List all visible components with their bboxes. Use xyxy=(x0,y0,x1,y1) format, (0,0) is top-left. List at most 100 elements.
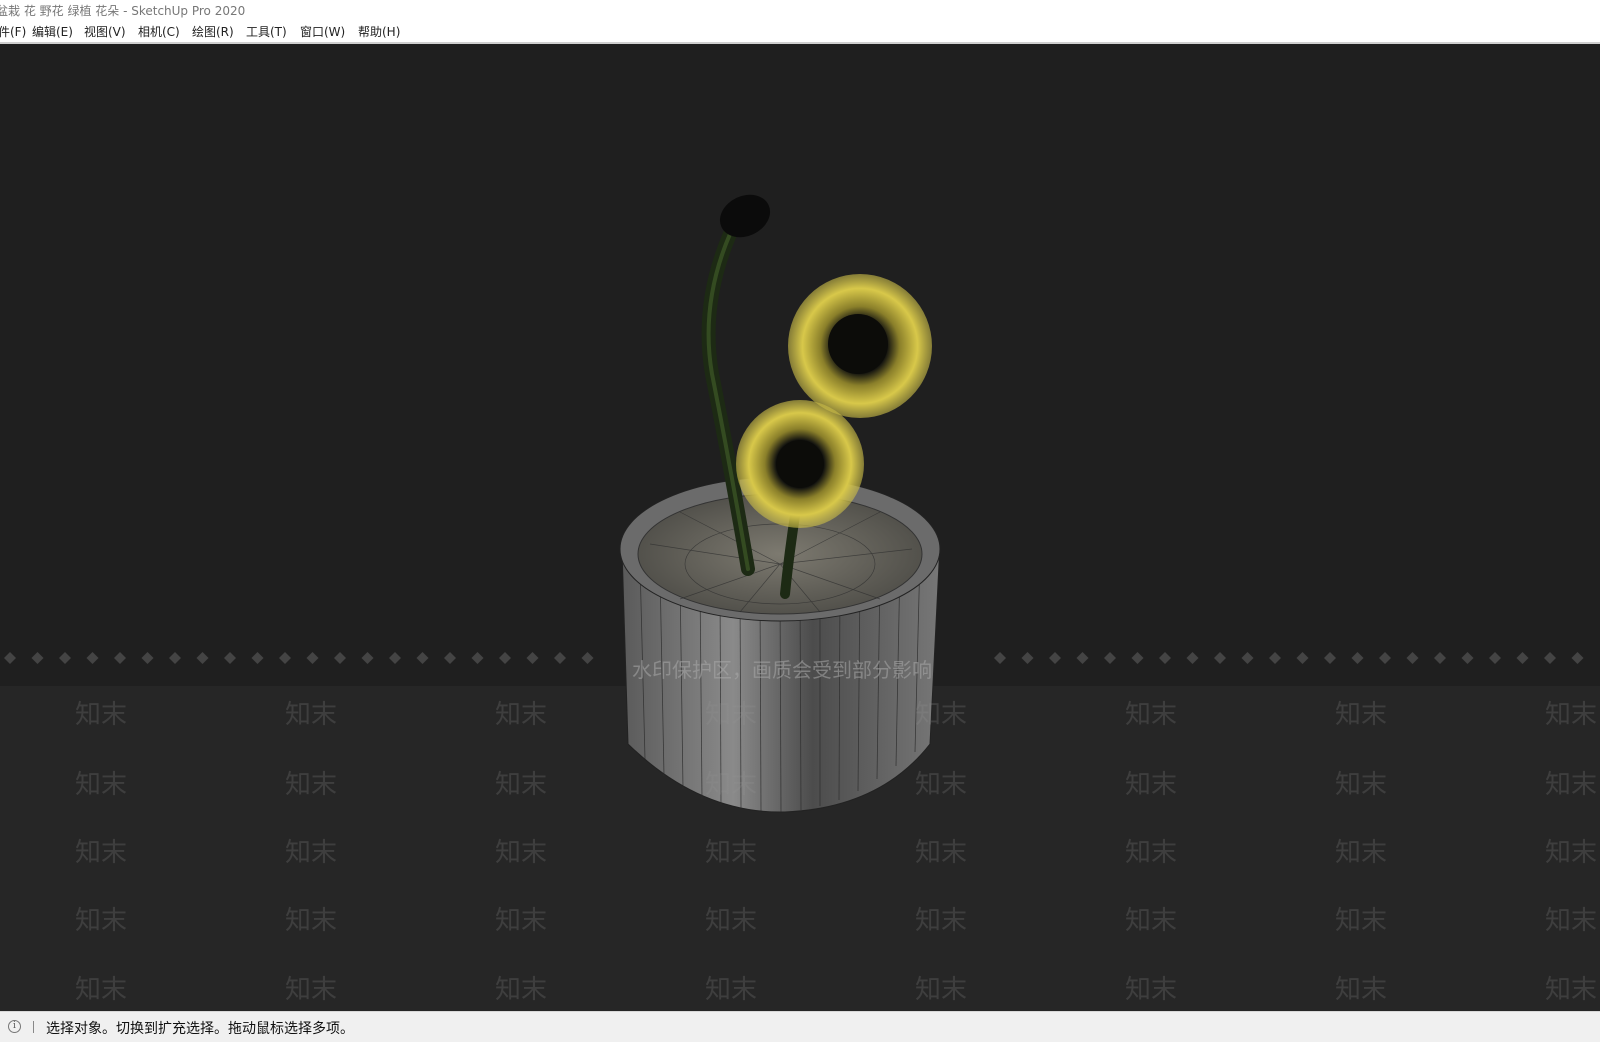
watermark-overlay: 知末 知末 知末 知末 知末 知末 知末 知末 知末 知末 知末 知末 知末 知末 知末 知末 知末 知末 知末 知末… xyxy=(0,684,1600,1011)
watermark-text: 知末 xyxy=(495,906,548,936)
watermark-diamond xyxy=(1076,652,1089,664)
watermark-text: 知末 xyxy=(915,906,968,936)
watermark-diamond xyxy=(416,652,429,664)
watermark-diamond xyxy=(1351,652,1364,664)
watermark-text: 知末 xyxy=(1335,700,1388,730)
watermark-text: 知末 xyxy=(915,838,968,868)
watermark-text: 知末 xyxy=(1125,700,1178,730)
watermark-text: 知末 xyxy=(495,770,548,800)
watermark-diamond xyxy=(114,652,126,664)
watermark-text: 知末 xyxy=(285,700,338,730)
watermark-text: 知末 xyxy=(705,906,758,936)
watermark-text: 知末 xyxy=(915,700,968,730)
watermark-text: 知末 xyxy=(1545,700,1598,730)
watermark-text: 知末 xyxy=(1125,906,1178,936)
status-bar: i 选择对象。切换到扩充选择。拖动鼠标选择多项。 xyxy=(0,1011,1600,1042)
status-text: 选择对象。切换到扩充选择。拖动鼠标选择多项。 xyxy=(46,1021,354,1037)
watermark-text: 知末 xyxy=(705,975,758,1005)
watermark-diamond xyxy=(389,652,401,664)
watermark-text: 知末 xyxy=(1545,906,1598,936)
watermark-text: 知末 xyxy=(285,906,338,936)
watermark-text: 知末 xyxy=(495,975,548,1005)
watermark-text: 知末 xyxy=(915,770,968,800)
watermark-diamond xyxy=(306,652,319,664)
watermark-diamond xyxy=(1296,652,1309,664)
watermark-text: 知末 xyxy=(285,770,338,800)
info-icon[interactable]: i xyxy=(8,1020,21,1033)
large-flower xyxy=(788,274,932,418)
watermark-text: 知末 xyxy=(1125,975,1178,1005)
watermark-text: 知末 xyxy=(1335,975,1388,1005)
watermark-diamond xyxy=(1186,652,1199,664)
watermark-diamond xyxy=(224,652,236,664)
title-bar: 盆栽 花 野花 绿植 花朵 - SketchUp Pro 2020 xyxy=(0,0,1600,22)
watermark-text: 知末 xyxy=(915,975,968,1005)
watermark-diamond xyxy=(581,652,594,664)
watermark-text: 知末 xyxy=(705,770,758,800)
model-viewport[interactable]: 知末 知末 知末 知末 知末 知末 知末 知末 知末 知末 知末 知末 知末 知末 知末 知末 知末 知末 知末 知末… xyxy=(0,44,1600,1011)
watermark-diamond xyxy=(1544,652,1556,664)
menu-draw[interactable]: 绘图(R) xyxy=(192,22,234,42)
watermark-text: 知末 xyxy=(1545,838,1598,868)
watermark-text: 知末 xyxy=(705,700,758,730)
watermark-diamond xyxy=(196,652,209,664)
watermark-diamond xyxy=(251,652,264,664)
watermark-diamond xyxy=(279,652,291,664)
menu-window[interactable]: 窗口(W) xyxy=(300,22,345,42)
watermark-text: 知末 xyxy=(1335,906,1388,936)
watermark-text: 知末 xyxy=(495,838,548,868)
menu-edit[interactable]: 编辑(E) xyxy=(32,22,73,42)
watermark-diamond xyxy=(1489,652,1501,664)
status-separator xyxy=(33,1021,34,1033)
watermark-text: 知末 xyxy=(705,838,758,868)
watermark-diamond xyxy=(59,652,71,664)
watermark-diamond xyxy=(334,652,346,664)
watermark-diamond xyxy=(1241,652,1254,664)
watermark-text: 知末 xyxy=(75,770,128,800)
watermark-diamond xyxy=(169,652,181,664)
menu-bar: 文件(F) 编辑(E) 视图(V) 相机(C) 绘图(R) 工具(T) 窗口(W… xyxy=(0,22,1600,42)
watermark-text: 知末 xyxy=(1545,975,1598,1005)
watermark-diamond xyxy=(1269,652,1281,664)
watermark-text: 知末 xyxy=(1125,770,1178,800)
watermark-text: 知末 xyxy=(1335,838,1388,868)
watermark-diamond xyxy=(1214,652,1226,664)
watermark-diamond xyxy=(1104,652,1116,664)
watermark-text: 知末 xyxy=(285,838,338,868)
watermark-diamond xyxy=(994,652,1006,664)
window-title: 盆栽 花 野花 绿植 花朵 - SketchUp Pro 2020 xyxy=(0,4,246,18)
watermark-diamond xyxy=(1021,652,1034,664)
watermark-diamond xyxy=(1406,652,1419,664)
watermark-diamond xyxy=(141,652,154,664)
watermark-diamond xyxy=(471,652,484,664)
watermark-diamond xyxy=(444,652,456,664)
watermark-diamond xyxy=(361,652,374,664)
watermark-diamond xyxy=(4,652,16,664)
watermark-diamond xyxy=(1159,652,1171,664)
watermark-notice: 水印保护区，画质会受到部分影响 xyxy=(632,658,932,682)
watermark-diamond xyxy=(1049,652,1061,664)
menu-tools[interactable]: 工具(T) xyxy=(246,22,287,42)
menu-file[interactable]: 文件(F) xyxy=(0,22,26,42)
watermark-diamond xyxy=(31,652,44,664)
watermark-text: 知末 xyxy=(75,975,128,1005)
watermark-diamond xyxy=(499,652,511,664)
menu-help[interactable]: 帮助(H) xyxy=(358,22,400,42)
watermark-diamond xyxy=(1324,652,1336,664)
watermark-diamond xyxy=(1461,652,1474,664)
watermark-diamond xyxy=(1131,652,1144,664)
watermark-text: 知末 xyxy=(1125,838,1178,868)
menu-view[interactable]: 视图(V) xyxy=(84,22,126,42)
menu-camera[interactable]: 相机(C) xyxy=(138,22,180,42)
watermark-diamond xyxy=(1434,652,1446,664)
watermark-text: 知末 xyxy=(285,975,338,1005)
watermark-text: 知末 xyxy=(1335,770,1388,800)
watermark-text: 知末 xyxy=(495,700,548,730)
watermark-diamond xyxy=(1516,652,1529,664)
watermark-text: 知末 xyxy=(75,700,128,730)
watermark-text: 知末 xyxy=(1545,770,1598,800)
watermark-diamond xyxy=(86,652,99,664)
watermark-diamond xyxy=(554,652,566,664)
watermark-text: 知末 xyxy=(75,838,128,868)
watermark-diamond xyxy=(1379,652,1391,664)
